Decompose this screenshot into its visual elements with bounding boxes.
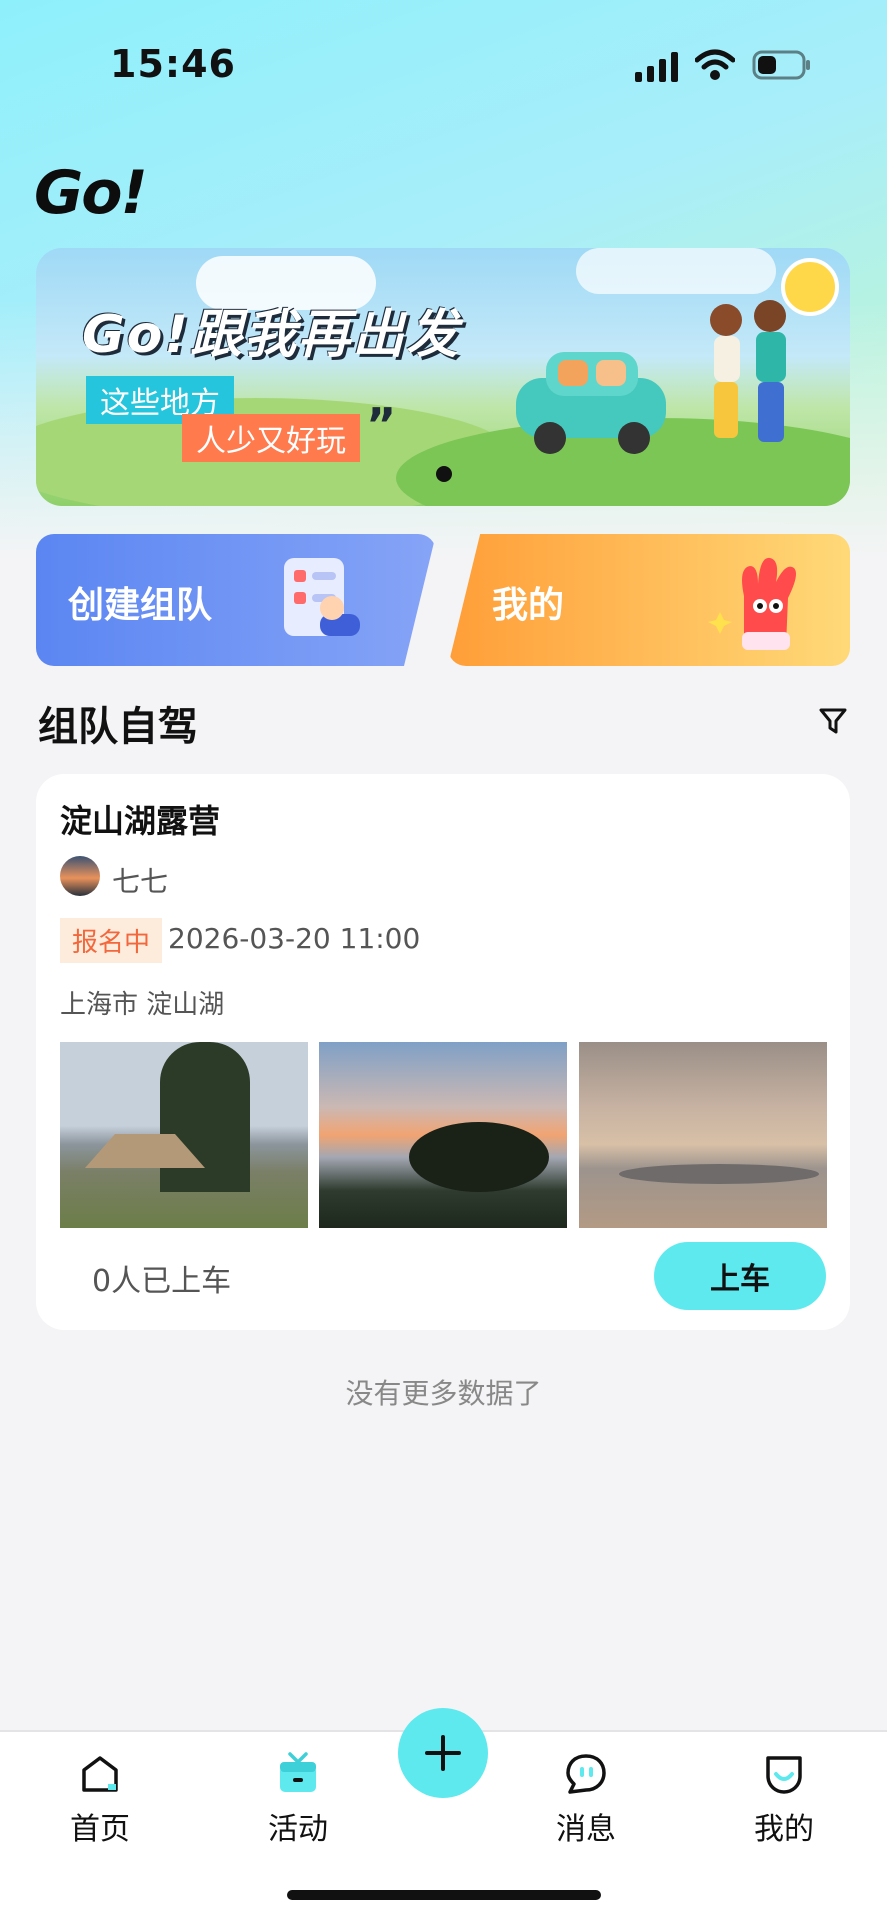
- tab-profile-label: 我的: [754, 1812, 814, 1847]
- trip-card[interactable]: 淀山湖露营 七七 报名中 2026-03-20 11:00 上海市 淀山湖 0人…: [36, 774, 850, 1330]
- profile-icon: [766, 1756, 802, 1794]
- avatar[interactable]: [60, 856, 100, 896]
- glove-mascot-icon: [708, 557, 796, 650]
- tab-home[interactable]: 首页: [40, 1752, 160, 1848]
- signal-icon: [635, 52, 678, 82]
- tab-activity-label: 活动: [268, 1812, 328, 1847]
- trip-photo[interactable]: [60, 1042, 308, 1228]
- status-time: 15:46: [110, 42, 236, 86]
- tab-messages[interactable]: 消息: [526, 1752, 646, 1848]
- photo-island: [619, 1164, 819, 1184]
- join-button[interactable]: 上车: [654, 1242, 826, 1310]
- banner-quote-mark: ”: [366, 398, 397, 452]
- checklist-icon: [284, 558, 360, 636]
- tab-activity[interactable]: 活动: [238, 1752, 358, 1848]
- photo-tree: [409, 1122, 549, 1192]
- tab-home-label: 首页: [70, 1812, 130, 1847]
- wifi-icon: [695, 49, 735, 80]
- trip-photo[interactable]: [579, 1042, 827, 1228]
- banner-tag: 人少又好玩: [182, 414, 360, 462]
- activity-icon: [280, 1752, 316, 1792]
- banner-pagination-dot[interactable]: [436, 466, 452, 482]
- filter-icon[interactable]: [818, 706, 848, 736]
- battery-icon: [752, 50, 810, 80]
- home-indicator[interactable]: [287, 1890, 601, 1900]
- trip-title: 淀山湖露营: [60, 802, 221, 840]
- photo-tree: [160, 1042, 250, 1192]
- my-card[interactable]: 我的: [448, 534, 850, 666]
- create-team-card[interactable]: 创建组队: [36, 534, 436, 666]
- passenger-count: 0人已上车: [92, 1264, 232, 1299]
- section-title: 组队自驾: [38, 704, 198, 750]
- trip-photo[interactable]: [319, 1042, 567, 1228]
- home-icon: [82, 1756, 118, 1792]
- car-illustration-icon: [516, 352, 666, 454]
- tab-messages-label: 消息: [556, 1812, 616, 1847]
- plus-icon: [425, 1735, 461, 1771]
- promo-banner[interactable]: Go!跟我再出发 这些地方 人少又好玩 ”: [36, 248, 850, 506]
- trip-author: 七七: [112, 865, 169, 898]
- my-card-label: 我的: [492, 585, 565, 626]
- banner-cloud: [576, 248, 776, 294]
- status-bar: 15:46: [0, 0, 887, 130]
- status-badge: 报名中: [60, 918, 163, 963]
- sun-emoji-icon: [781, 258, 839, 316]
- create-plus-button[interactable]: [398, 1708, 488, 1798]
- app-logo: Go!: [34, 158, 148, 228]
- tab-profile[interactable]: 我的: [724, 1752, 844, 1848]
- message-icon: [566, 1754, 606, 1794]
- banner-title: Go!跟我再出发: [82, 305, 461, 365]
- list-end-text: 没有更多数据了: [345, 1377, 542, 1410]
- create-team-label: 创建组队: [68, 585, 213, 626]
- travelers-illustration-icon: [710, 300, 786, 442]
- trip-datetime: 2026-03-20 11:00: [168, 922, 421, 955]
- trip-location: 上海市 淀山湖: [60, 990, 225, 1020]
